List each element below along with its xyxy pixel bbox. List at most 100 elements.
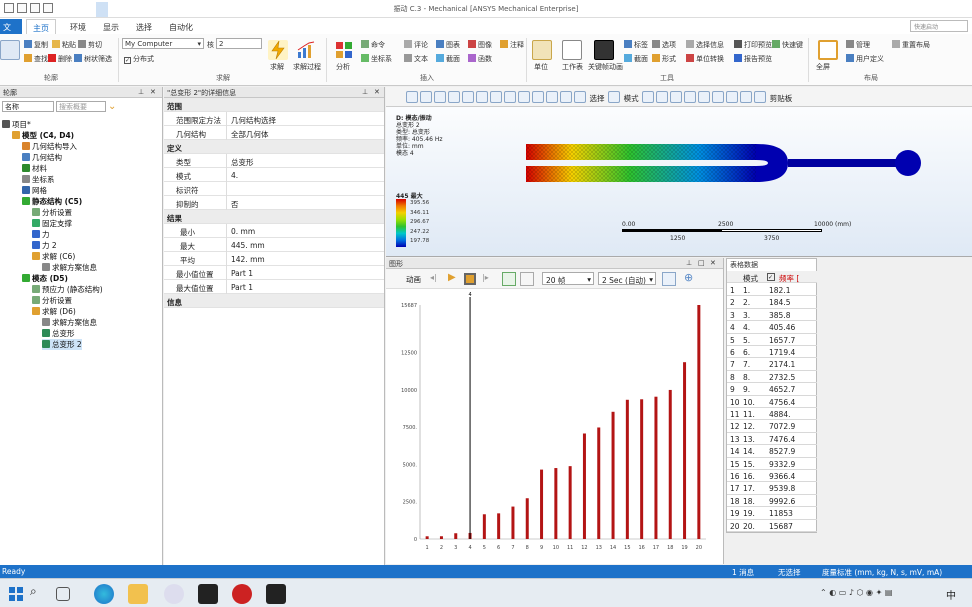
tree-item[interactable]: 力 2 (32, 240, 57, 251)
table-row[interactable]: 20 20. 15687 (727, 520, 817, 532)
duration-select[interactable]: 2 Sec (自动) ▾ (598, 272, 656, 285)
delete-button[interactable]: 删除 (58, 55, 72, 63)
clear-selection-icon[interactable] (754, 91, 767, 103)
table-row[interactable]: 19 19. 11853 (727, 507, 817, 520)
tags-button[interactable]: 标签 (634, 41, 648, 49)
stop-icon[interactable] (464, 273, 476, 285)
body-select-icon[interactable] (684, 91, 697, 103)
select-all-icon[interactable] (740, 91, 753, 103)
table-row[interactable]: 18 18. 9992.6 (727, 495, 817, 508)
section-button[interactable]: 截面 (446, 55, 460, 63)
tree-item[interactable]: 模态 (D5) (22, 273, 68, 284)
zoom-in-icon[interactable] (406, 91, 418, 103)
frames-select[interactable]: 20 帧 ▾ (542, 272, 594, 285)
tab-file[interactable]: 文件 (0, 19, 22, 43)
tab-automation[interactable]: 自动化 (163, 19, 199, 34)
comment-button[interactable]: 评论 (414, 41, 428, 49)
camera-icon[interactable] (462, 91, 474, 103)
tree-item[interactable]: 求解方案信息 (42, 262, 97, 273)
pan-icon[interactable] (504, 91, 516, 103)
clipboard-button[interactable]: 剪贴板 (770, 93, 793, 104)
cut-button[interactable]: 剪切 (88, 41, 102, 49)
solve-target-select[interactable]: My Computer ▾ (122, 38, 204, 49)
bar[interactable] (697, 305, 701, 539)
tree-item[interactable]: 固定支撑 (32, 218, 72, 229)
tree-item[interactable]: 网格 (22, 185, 47, 196)
outline-filter-select[interactable]: 名称 (2, 100, 54, 112)
search-icon[interactable]: ⌕ (30, 584, 50, 604)
tree-item[interactable]: 模型 (C4, D4) (12, 130, 74, 141)
bar[interactable] (482, 514, 486, 539)
find-button[interactable]: 查找 (34, 55, 48, 63)
report-preview-button[interactable]: 报告预览 (744, 55, 772, 63)
details-value[interactable]: 几何结构选择 (226, 112, 384, 126)
model-viewport[interactable]: D: 模态/振动 总变形 2 类型: 总变形 频率: 405.46 Hz 单位:… (386, 87, 972, 257)
fit-icon[interactable] (476, 91, 488, 103)
bar[interactable] (554, 468, 558, 539)
bar[interactable] (597, 427, 601, 539)
solve-icon[interactable] (268, 40, 288, 60)
details-value[interactable]: 全部几何体 (226, 126, 384, 140)
details-section[interactable]: 范围 (164, 98, 384, 112)
tab-display[interactable]: 显示 (97, 19, 125, 34)
solve-button[interactable]: 求解 (270, 62, 284, 72)
worksheet-icon[interactable] (562, 40, 582, 60)
options-button[interactable]: 选项 (662, 41, 676, 49)
tree-item[interactable]: 项目* (2, 119, 31, 130)
tree-item[interactable]: 总变形 2 (42, 339, 82, 350)
unit-system[interactable]: 度量标准 (mm, kg, N, s, mV, mA) (822, 567, 942, 578)
table-row[interactable]: 9 9. 4652.7 (727, 383, 817, 396)
tree-item[interactable]: 求解 (D6) (32, 306, 76, 317)
recorder-icon[interactable] (232, 584, 252, 604)
cores-input[interactable]: 2 (216, 38, 262, 49)
app-icon[interactable] (164, 584, 184, 604)
zoom-box-icon[interactable] (518, 91, 530, 103)
distributed-checkbox[interactable]: ✓ 分布式 (124, 54, 154, 64)
image-button[interactable]: 图像 (478, 41, 492, 49)
full-screen-button[interactable]: 全屏 (816, 62, 830, 72)
keyframe-animation-icon[interactable] (594, 40, 614, 60)
node-select-icon[interactable] (698, 91, 711, 103)
table-row[interactable]: 1 1. 182.1 (727, 284, 817, 297)
tray-icons[interactable]: ⌃ ◐ ▭ ♪ ⬡ ◉ ✦ ▤ (820, 588, 892, 597)
close-icon[interactable]: ✕ (710, 259, 716, 267)
edge-select-icon[interactable] (656, 91, 669, 103)
file-explorer-icon[interactable] (128, 584, 148, 604)
pin-icon[interactable]: ⊥ (686, 259, 692, 267)
keyframe-animation-button[interactable]: 关键帧动画 (588, 62, 623, 72)
solve-process-button[interactable]: 求解过程 (293, 62, 321, 72)
mechanical-icon[interactable] (266, 584, 286, 604)
tree-item[interactable]: 分析设置 (32, 207, 72, 218)
table-row[interactable]: 16 16. 9366.4 (727, 470, 817, 483)
tree-item[interactable]: 求解 (C6) (32, 251, 75, 262)
selection-info-button[interactable]: 选择信息 (696, 41, 724, 49)
input-language[interactable]: 中 (946, 587, 956, 602)
rotate-icon[interactable] (490, 91, 502, 103)
details-value[interactable]: 4. (226, 168, 384, 182)
full-screen-icon[interactable] (818, 40, 838, 60)
details-section[interactable]: 结果 (164, 210, 384, 224)
solve-process-icon[interactable] (296, 40, 316, 60)
vertex-select-icon[interactable] (642, 91, 655, 103)
table-row[interactable]: 13 13. 7476.4 (727, 433, 817, 446)
user-defined-button[interactable]: 用户定义 (856, 55, 884, 63)
bar[interactable] (611, 411, 615, 539)
details-value[interactable]: 总变形 (226, 154, 384, 168)
tree-item[interactable]: 求解方案信息 (42, 317, 97, 328)
previous-view-icon[interactable] (560, 91, 572, 103)
bar[interactable] (439, 536, 443, 539)
bar[interactable] (497, 513, 501, 539)
export-video-icon[interactable] (662, 272, 676, 286)
maximize-icon[interactable]: □ (698, 259, 705, 267)
table-row[interactable]: 17 17. 9539.8 (727, 482, 817, 495)
details-value[interactable]: Part 1 (226, 266, 384, 280)
tree-item[interactable]: 分析设置 (32, 295, 72, 306)
bar[interactable] (525, 498, 529, 539)
analysis-button[interactable]: 分析 (336, 62, 350, 72)
table-row[interactable]: 7 7. 2174.1 (727, 358, 817, 371)
tree-filter-button[interactable]: 树状筛选 (84, 55, 112, 63)
outline-search-input[interactable]: 搜索概要 (56, 100, 106, 112)
mode-dropdown[interactable]: 模式 (624, 93, 639, 104)
iso-view-icon[interactable] (434, 91, 446, 103)
view-cube-icon[interactable] (448, 91, 460, 103)
